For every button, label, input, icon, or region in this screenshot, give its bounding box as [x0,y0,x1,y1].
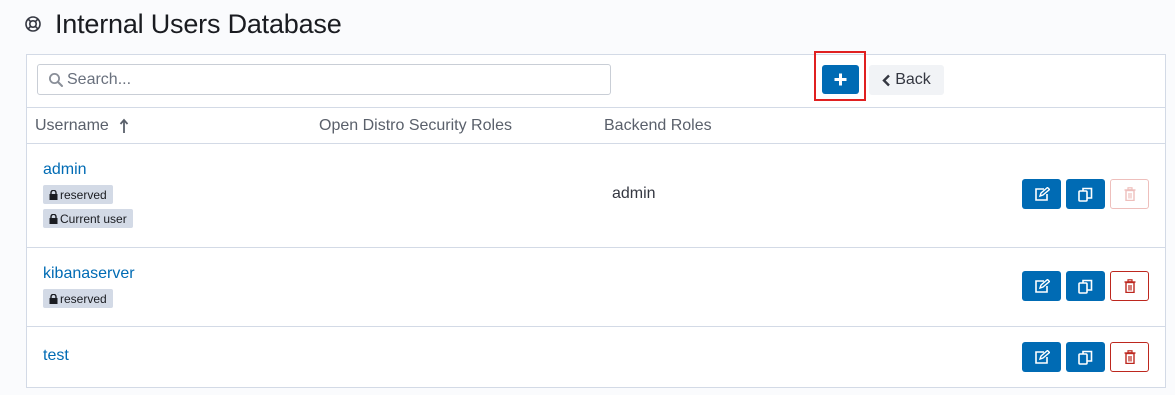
search-icon [48,72,64,88]
trash-icon [1124,279,1135,293]
sort-ascending-icon [119,118,129,134]
search-box[interactable] [37,64,611,95]
backend-roles-cell: admin [612,185,656,202]
life-ring-icon [24,15,42,33]
username-header-label: Username [35,117,109,134]
trash-icon [1124,187,1135,201]
reserved-badge: reserved [43,289,113,308]
duplicate-button[interactable] [1066,179,1105,209]
lock-icon [49,213,58,224]
reserved-badge: reserved [43,185,113,204]
users-panel: Back Username Open Distro Security Roles… [26,51,1166,388]
search-input[interactable] [67,70,587,89]
page-title: Internal Users Database [55,8,342,39]
duplicate-button[interactable] [1066,271,1105,301]
badge-label: reserved [60,187,107,202]
edit-button[interactable] [1022,342,1061,372]
page-header: Internal Users Database [24,6,342,42]
lock-icon [49,189,58,200]
edit-button[interactable] [1022,179,1061,209]
table-row: test [27,327,1165,388]
chevron-left-icon [882,74,891,87]
table-row: admin reserved Current user admin [27,144,1165,248]
badge-label: Current user [60,211,127,226]
lock-icon [49,293,58,304]
plus-icon [834,73,847,86]
column-header-username[interactable]: Username [35,117,129,135]
edit-icon [1034,187,1050,201]
duplicate-button[interactable] [1066,342,1105,372]
column-header-roles: Open Distro Security Roles [319,117,512,134]
copy-icon [1078,350,1093,365]
current-user-badge: Current user [43,209,133,228]
edit-button[interactable] [1022,271,1061,301]
table-header: Username Open Distro Security Roles Back… [27,107,1165,144]
delete-button[interactable] [1110,271,1149,301]
trash-icon [1124,350,1135,364]
username-link[interactable]: test [43,347,69,365]
delete-button[interactable] [1110,342,1149,372]
table-row: kibanaserver reserved [27,248,1165,327]
column-header-backend-roles: Backend Roles [604,117,712,134]
copy-icon [1078,187,1093,202]
badge-label: reserved [60,291,107,306]
copy-icon [1078,279,1093,294]
back-label: Back [895,71,931,88]
back-button[interactable]: Back [869,65,944,95]
add-user-button[interactable] [822,65,859,94]
delete-button[interactable] [1110,179,1149,209]
edit-icon [1034,279,1050,293]
username-link[interactable]: admin [43,161,87,179]
username-link[interactable]: kibanaserver [43,265,135,283]
edit-icon [1034,350,1050,364]
